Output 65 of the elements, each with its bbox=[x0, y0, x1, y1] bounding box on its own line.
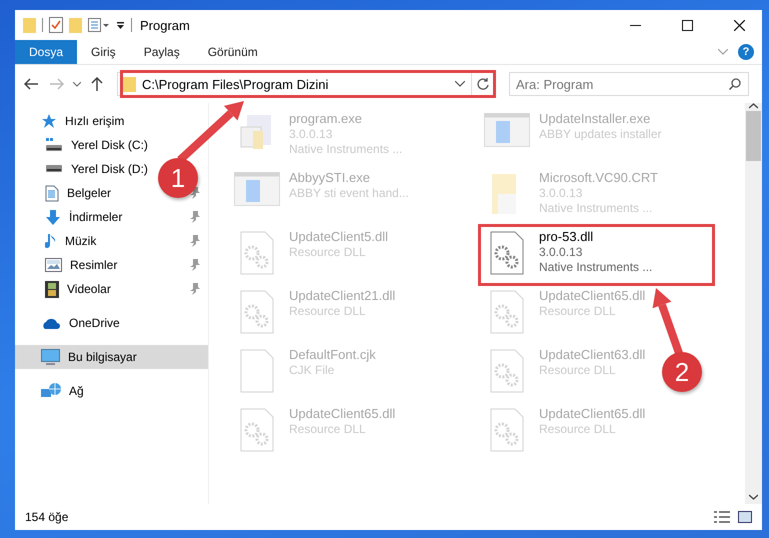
folder-icon bbox=[23, 18, 36, 32]
chevron-down-icon[interactable] bbox=[455, 81, 465, 87]
sidebar-item[interactable]: Resimler bbox=[70, 258, 118, 272]
sidebar-item[interactable]: Bu bilgisayar bbox=[68, 350, 137, 364]
sidebar-item[interactable]: Yerel Disk (D:) bbox=[71, 162, 148, 176]
ribbon-tab[interactable]: Görünüm bbox=[194, 40, 272, 64]
gear-file-icon bbox=[490, 349, 524, 393]
film-icon bbox=[45, 280, 59, 298]
file-icon bbox=[240, 349, 274, 393]
window-icon bbox=[484, 113, 530, 147]
sidebar-item[interactable]: Videolar bbox=[67, 282, 111, 296]
refresh-icon bbox=[476, 78, 490, 90]
scroll-down-icon[interactable] bbox=[749, 494, 758, 500]
ribbon-tab[interactable]: Paylaş bbox=[130, 40, 194, 64]
gear-file-icon bbox=[490, 408, 524, 452]
gear-file-icon bbox=[490, 231, 524, 275]
gear-file-icon bbox=[240, 290, 274, 334]
sidebar-item[interactable]: Ağ bbox=[69, 384, 84, 398]
gear-file-icon bbox=[240, 231, 274, 275]
ribbon-tab[interactable]: Dosya bbox=[15, 40, 78, 64]
scrollbar[interactable] bbox=[745, 103, 762, 504]
music-note-icon bbox=[45, 232, 57, 250]
minimize-icon bbox=[630, 24, 640, 26]
customize-caret-icon[interactable] bbox=[116, 20, 125, 30]
search-icon bbox=[729, 78, 741, 90]
forward-arrow-icon bbox=[50, 78, 64, 90]
properties-icon[interactable] bbox=[88, 18, 110, 32]
gear-file-icon bbox=[490, 290, 524, 334]
sidebar-item[interactable]: Müzik bbox=[65, 234, 96, 248]
drive-icon bbox=[45, 137, 63, 153]
gear-file-icon bbox=[240, 408, 274, 452]
computer-icon bbox=[41, 349, 60, 365]
folder-icon bbox=[122, 76, 136, 92]
scroll-thumb[interactable] bbox=[746, 111, 761, 161]
window-title: Program bbox=[140, 18, 190, 32]
help-button[interactable]: ? bbox=[738, 44, 754, 60]
checklist-icon[interactable] bbox=[49, 17, 63, 33]
document-icon bbox=[45, 184, 59, 202]
close-icon bbox=[734, 20, 744, 30]
file-detail: Native Instruments ... bbox=[539, 260, 652, 275]
address-path: C:\Program Files\Program Dizini bbox=[142, 76, 330, 92]
star-icon bbox=[41, 113, 57, 129]
up-arrow-icon bbox=[91, 77, 103, 91]
details-view-icon[interactable] bbox=[714, 511, 730, 523]
file-detail: 3.0.0.13 bbox=[539, 245, 584, 260]
ribbon-tab[interactable]: Giriş bbox=[77, 40, 130, 64]
network-icon bbox=[41, 383, 61, 399]
maximize-icon bbox=[682, 20, 692, 30]
sidebar-item[interactable]: Belgeler bbox=[67, 186, 112, 200]
sidebar-item[interactable]: Hızlı erişim bbox=[65, 114, 124, 128]
back-arrow-icon bbox=[24, 78, 38, 90]
down-arrow-icon bbox=[45, 208, 61, 226]
item-count: 154 öğe bbox=[25, 510, 68, 524]
search-field[interactable]: Ara: Program bbox=[509, 72, 749, 96]
sidebar-item[interactable]: İndirmeler bbox=[69, 210, 122, 224]
file-name[interactable]: pro-53.dll bbox=[539, 229, 652, 245]
scroll-up-icon[interactable] bbox=[749, 103, 758, 109]
sidebar-item[interactable]: Yerel Disk (C:) bbox=[71, 138, 148, 152]
sidebar-item[interactable]: OneDrive bbox=[69, 316, 120, 330]
large-icons-view-icon[interactable] bbox=[738, 511, 752, 523]
picture-icon bbox=[45, 258, 62, 272]
cloud-icon bbox=[41, 317, 61, 329]
window-icon bbox=[234, 172, 280, 206]
caret-icon[interactable] bbox=[73, 82, 81, 86]
drive-icon bbox=[45, 165, 63, 173]
